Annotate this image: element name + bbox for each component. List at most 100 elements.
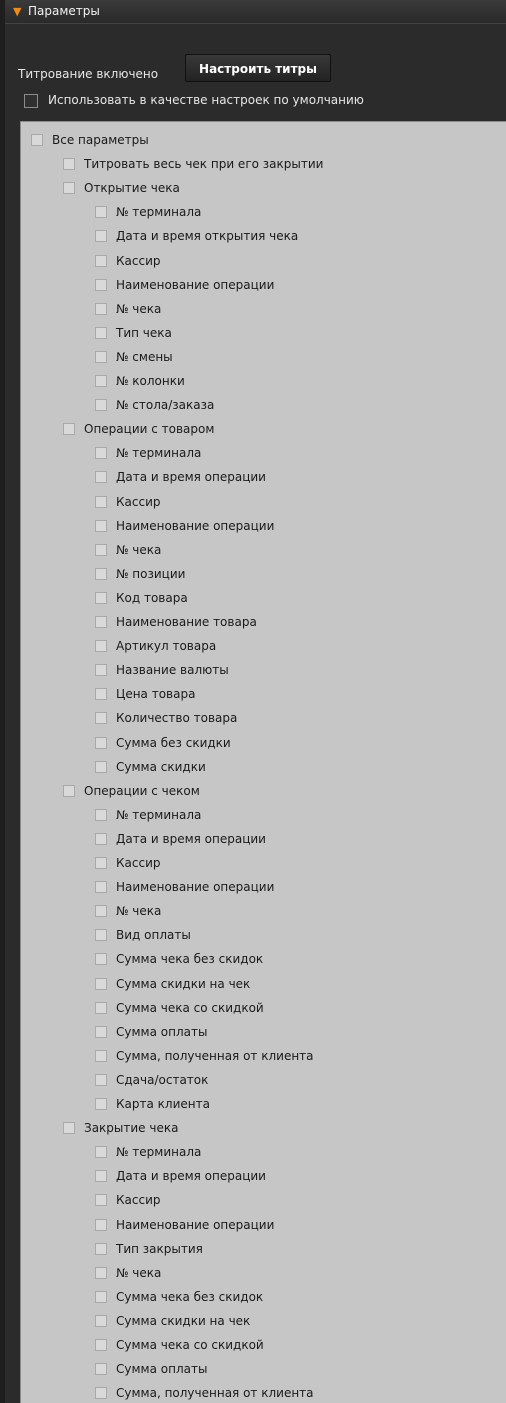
tree-checkbox[interactable] — [95, 1001, 107, 1014]
tree-checkbox[interactable] — [95, 254, 107, 267]
tree-checkbox[interactable] — [95, 471, 107, 484]
tree-node-label: Код товара — [116, 590, 188, 605]
tree-node-label: Сумма скидки на чек — [116, 976, 251, 991]
tree-checkbox[interactable] — [95, 278, 107, 291]
tree-checkbox[interactable] — [95, 616, 107, 628]
titling-status-label: Титрование включено — [18, 67, 159, 81]
tree-node-label: Сумма чека без скидок — [116, 952, 264, 967]
tree-node-label: Карта клиента — [116, 1097, 210, 1111]
collapse-arrow-icon[interactable]: ▼ — [13, 5, 21, 18]
app-window: ▼ Параметры Титрование включено Настроит… — [0, 0, 506, 1403]
tree-checkbox[interactable] — [63, 1122, 75, 1135]
tree-node-label: Сумма скидки — [116, 759, 206, 774]
tree-node-label: Наименование товара — [116, 615, 257, 629]
tree-node-label: Титровать весь чек при его закрытии — [84, 157, 324, 172]
tree-checkbox[interactable] — [95, 977, 107, 990]
tree-checkbox[interactable] — [95, 1387, 107, 1400]
tree-node-label: Сдача/остаток — [116, 1072, 209, 1087]
tree-node-label: Тип закрытия — [116, 1241, 203, 1256]
tree-checkbox[interactable] — [95, 1339, 107, 1351]
tree-node-label: Цена товара — [116, 687, 196, 702]
tree-checkbox[interactable] — [95, 447, 107, 460]
tree-node-label: Дата и время операции — [116, 470, 266, 485]
tree-checkbox[interactable] — [95, 712, 107, 725]
tree-node-label: Кассир — [116, 253, 161, 268]
tree-node-label: Сумма, полученная от клиента — [116, 1048, 314, 1063]
tree-node-label: № терминала — [116, 446, 202, 461]
tree-node-label: № чека — [116, 904, 162, 919]
tree-checkbox[interactable] — [95, 1146, 107, 1159]
tree-node-label: Дата и время операции — [116, 1169, 266, 1184]
tree-checkbox[interactable] — [95, 206, 107, 219]
section-header[interactable]: ▼ Параметры — [5, 0, 506, 24]
tree-checkbox[interactable] — [95, 953, 107, 966]
tree-checkbox[interactable] — [95, 1218, 107, 1231]
tree-checkbox[interactable] — [95, 519, 107, 532]
tree-checkbox[interactable] — [95, 857, 107, 869]
tree-checkbox[interactable] — [95, 1098, 107, 1110]
tree-checkbox[interactable] — [95, 543, 107, 556]
tree-checkbox[interactable] — [95, 736, 107, 749]
tree-checkbox[interactable] — [95, 230, 107, 243]
tree-node-label: Сумма оплаты — [116, 1362, 208, 1377]
tree-checkbox[interactable] — [95, 567, 107, 580]
tree-checkbox[interactable] — [95, 591, 107, 604]
tree-checkbox[interactable] — [95, 302, 107, 315]
tree-checkbox[interactable] — [63, 423, 75, 436]
use-default-checkbox[interactable] — [24, 94, 38, 108]
tree-checkbox[interactable] — [95, 375, 107, 387]
tree-checkbox[interactable] — [95, 1266, 107, 1279]
tree-node-label: Название валюты — [116, 663, 229, 678]
tree-node-label: Дата и время открытия чека — [116, 229, 299, 244]
tree-node-label: Дата и время операции — [116, 831, 266, 846]
tree-checkbox[interactable] — [63, 784, 75, 797]
tree-node-label: Сумма скидки на чек — [116, 1313, 251, 1328]
tree-node-label: № позиции — [116, 566, 186, 581]
tree-node-label: Количество товара — [116, 711, 238, 726]
tree-checkbox[interactable] — [63, 158, 75, 171]
tree-node-label: № терминала — [116, 1145, 202, 1160]
tree-node-label: Наименование операции — [116, 518, 275, 533]
tree-node-label: Вид оплаты — [116, 928, 191, 943]
tree-checkbox[interactable] — [95, 760, 107, 773]
tree-checkbox[interactable] — [95, 1170, 107, 1183]
tree-node-label: Кассир — [116, 1193, 161, 1208]
tree-checkbox[interactable] — [31, 134, 43, 146]
tree-checkbox[interactable] — [95, 664, 107, 677]
section-title: Параметры — [28, 4, 100, 18]
tree-node-label: Операции с чеком — [84, 783, 200, 798]
tree-node-label: Тип чека — [116, 325, 172, 340]
tree-node-label: Наименование операции — [116, 277, 275, 292]
tree-node-label: Операции с товаром — [84, 422, 215, 437]
tree-checkbox[interactable] — [95, 350, 107, 363]
tree-checkbox[interactable] — [95, 808, 107, 821]
tree-checkbox[interactable] — [95, 881, 107, 894]
tree-node-label: № чека — [116, 1265, 162, 1280]
tree-node-label: Сумма оплаты — [116, 1024, 208, 1039]
tree-checkbox[interactable] — [95, 495, 107, 508]
configure-titles-button[interactable]: Настроить титры — [185, 54, 331, 82]
tree-node-label: Наименование операции — [116, 1217, 275, 1232]
tree-checkbox[interactable] — [63, 182, 75, 195]
tree-checkbox[interactable] — [95, 1242, 107, 1255]
tree-checkbox[interactable] — [95, 832, 107, 845]
tree-node-label: № терминала — [116, 205, 202, 220]
tree-node-label: Наименование операции — [116, 880, 275, 895]
tree-node-label: Сумма, полученная от клиента — [116, 1386, 314, 1401]
tree-checkbox[interactable] — [95, 1049, 107, 1062]
tree-checkbox[interactable] — [95, 1290, 107, 1303]
tree-node-label: Сумма чека без скидок — [116, 1289, 264, 1304]
tree-checkbox[interactable] — [95, 905, 107, 918]
tree-checkbox[interactable] — [95, 1073, 107, 1086]
tree-checkbox[interactable] — [95, 1314, 107, 1327]
tree-checkbox[interactable] — [95, 326, 107, 339]
tree-checkbox[interactable] — [95, 688, 107, 701]
use-default-label: Использовать в качестве настроек по умол… — [48, 93, 364, 107]
tree-checkbox[interactable] — [95, 399, 107, 412]
tree-checkbox[interactable] — [95, 929, 107, 942]
tree-node-label: № чека — [116, 542, 162, 557]
tree-checkbox[interactable] — [95, 1025, 107, 1038]
tree-checkbox[interactable] — [95, 1363, 107, 1376]
tree-checkbox[interactable] — [95, 1194, 107, 1207]
tree-checkbox[interactable] — [95, 640, 107, 653]
